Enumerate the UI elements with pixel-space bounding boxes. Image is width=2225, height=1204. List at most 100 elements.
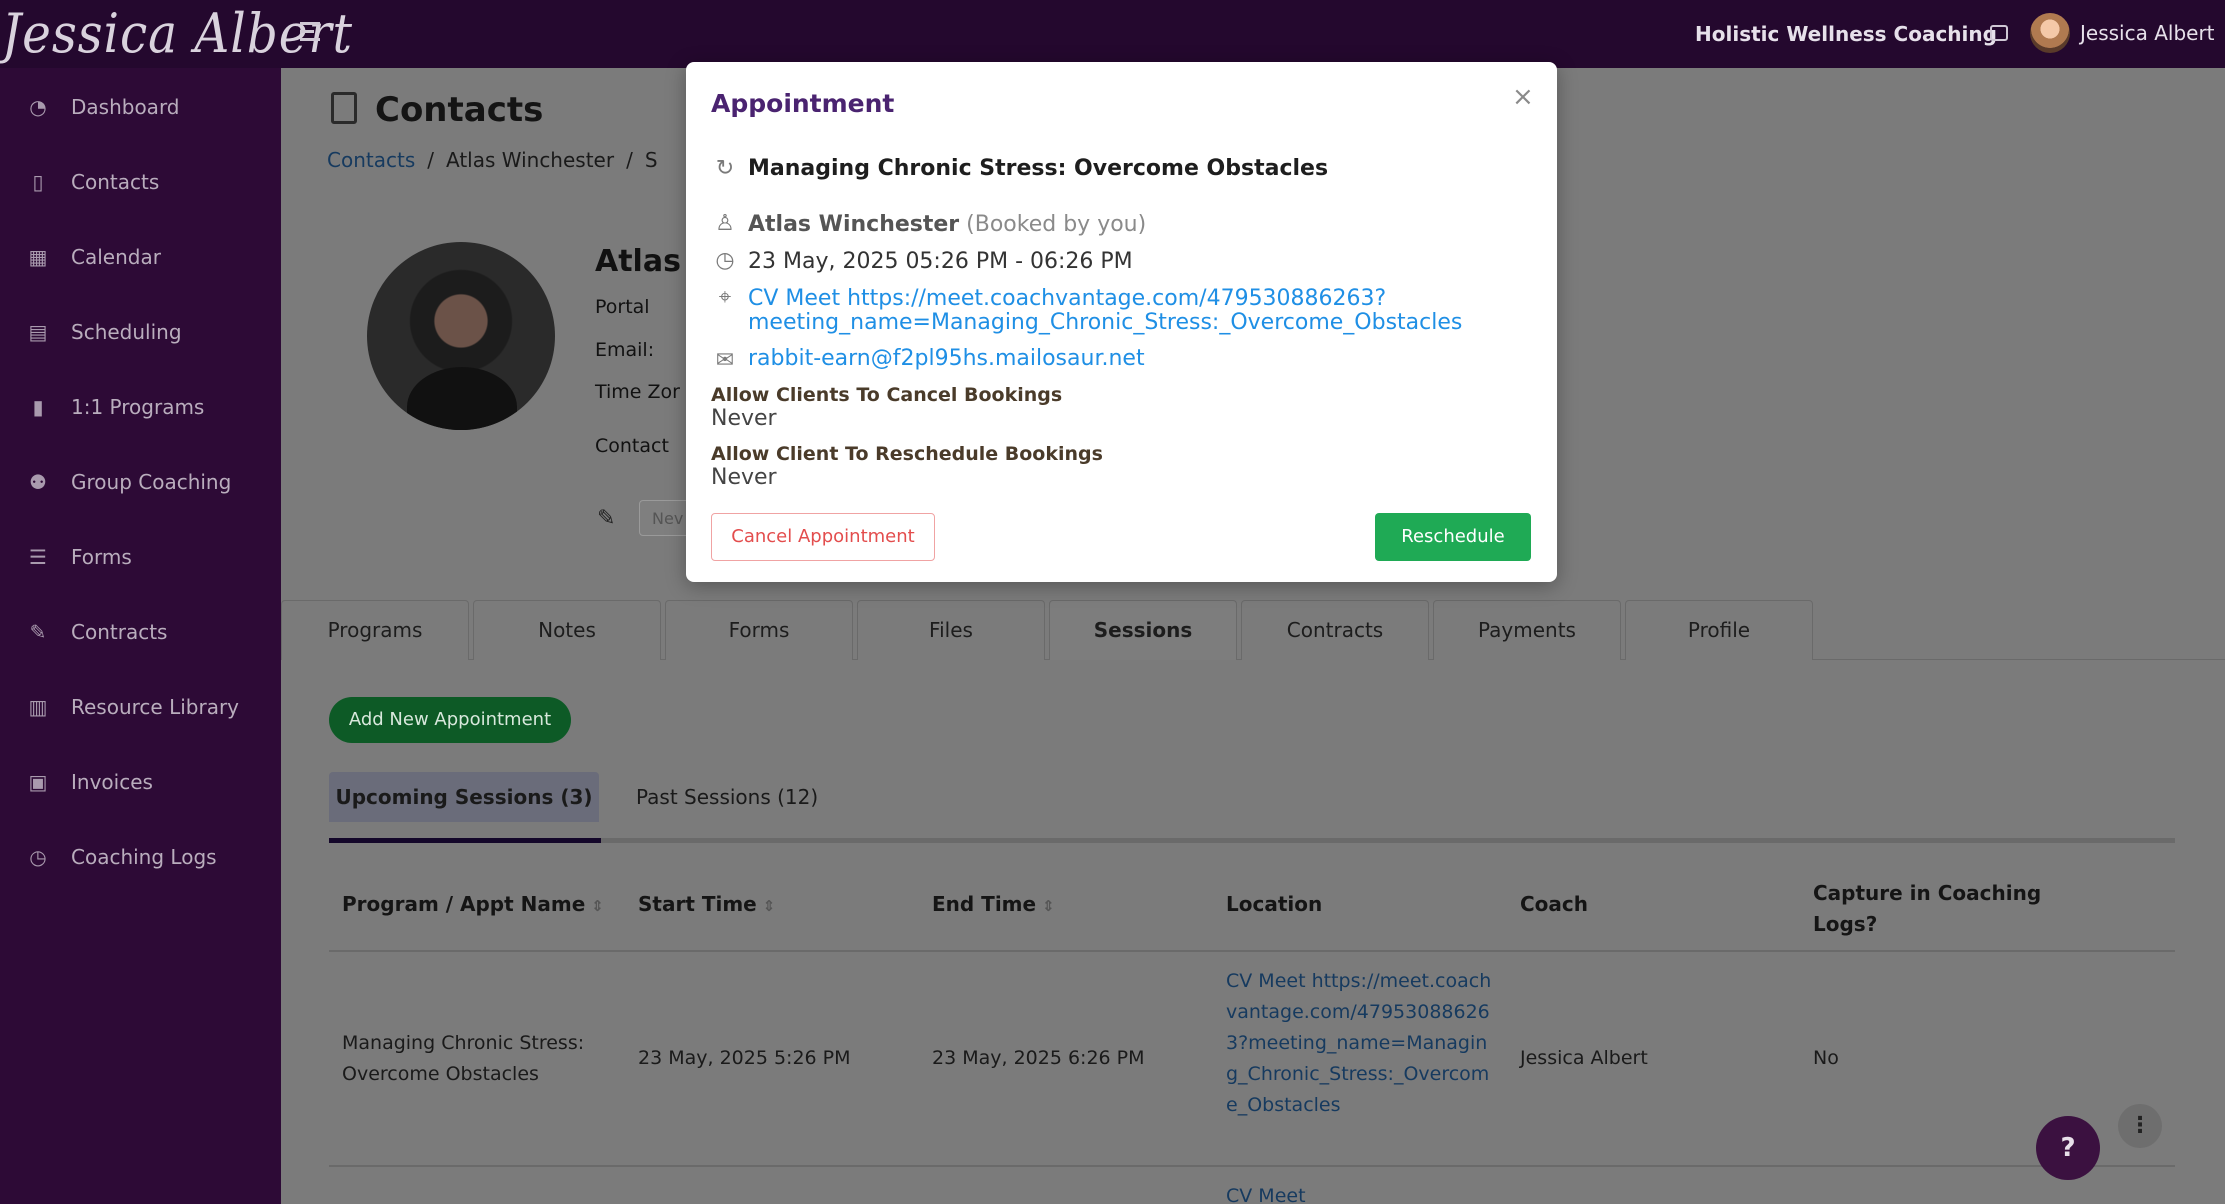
close-icon[interactable]: ×: [1512, 82, 1534, 112]
email-label: Email:: [595, 339, 655, 361]
breadcrumb-contacts[interactable]: Contacts: [327, 148, 415, 172]
page-title: Contacts: [375, 90, 544, 130]
table-cell-end: 23 May, 2025 6:26 PM: [932, 1047, 1145, 1069]
breadcrumb-separator: /: [626, 148, 633, 172]
column-header-label: End Time: [932, 892, 1037, 916]
sidebar-item-label: Dashboard: [71, 95, 180, 119]
appointment-modal: Appointment × ↻ Managing Chronic Stress:…: [686, 62, 1557, 582]
sort-icon[interactable]: ⇕: [763, 897, 776, 915]
briefcase-icon[interactable]: [1990, 25, 2008, 41]
column-header-capture: Capture in Coaching Logs?: [1813, 881, 2042, 936]
subtab-underline: [329, 838, 2175, 843]
tab-contracts[interactable]: Contracts: [1241, 600, 1429, 660]
table-cell-location-link[interactable]: CV Meet: [1226, 1181, 1306, 1204]
sidebar-item-label: Contracts: [71, 620, 168, 644]
sort-icon[interactable]: ⇕: [591, 897, 604, 915]
contact-photo: [367, 242, 555, 430]
clock-icon: ◷: [29, 845, 47, 869]
breadcrumb-contact[interactable]: Atlas Winchester: [446, 148, 614, 172]
cancel-policy-value: Never: [711, 406, 777, 431]
add-appointment-button[interactable]: Add New Appointment: [329, 697, 571, 743]
table-cell-capture: No: [1813, 1047, 1839, 1069]
column-header-end[interactable]: End Time ⇕: [932, 892, 1055, 916]
sidebar: ◔ Dashboard ▯ Contacts ▦ Calendar ▤ Sche…: [0, 68, 281, 1204]
user-avatar[interactable]: [2030, 13, 2070, 53]
checklist-icon: ☰: [29, 545, 47, 569]
sidebar-item-invoices[interactable]: ▣ Invoices: [0, 754, 281, 810]
contract-icon: ✎: [29, 620, 47, 644]
business-name[interactable]: Holistic Wellness Coaching: [1695, 22, 1997, 46]
breadcrumb-current: S: [644, 148, 658, 172]
breadcrumb-separator: /: [427, 148, 434, 172]
sidebar-item-calendar[interactable]: ▦ Calendar: [0, 229, 281, 285]
appointment-datetime: 23 May, 2025 05:26 PM - 06:26 PM: [748, 249, 1133, 274]
sidebar-item-coaching-logs[interactable]: ◷ Coaching Logs: [0, 829, 281, 885]
invoice-icon: ▣: [28, 770, 48, 794]
contact-tabs: Programs Notes Forms Files Sessions Cont…: [281, 600, 2225, 660]
table-cell-name: Managing Chronic Stress: Overcome Obstac…: [342, 1032, 585, 1085]
column-header-label: Program / Appt Name: [342, 892, 586, 916]
tab-profile[interactable]: Profile: [1625, 600, 1813, 660]
column-header-label: Start Time: [638, 892, 757, 916]
reschedule-policy-label: Allow Client To Reschedule Bookings: [711, 443, 1103, 465]
client-info: Atlas Winchester (Booked by you): [748, 212, 1146, 237]
row-menu-icon[interactable]: ⋮: [2118, 1104, 2162, 1148]
client-email-link[interactable]: rabbit-earn@f2pl95hs.mailosaur.net: [748, 347, 1145, 371]
clock-icon: ◷: [715, 248, 735, 273]
group-icon: ⚉: [29, 470, 47, 494]
sidebar-item-programs[interactable]: ▮ 1:1 Programs: [0, 379, 281, 435]
mail-icon: ✉: [715, 348, 735, 373]
table-cell-location-link[interactable]: CV Meet https://meet.coachvantage.com/47…: [1226, 966, 1492, 1121]
menu-toggle-icon[interactable]: [300, 22, 328, 46]
top-bar: Jessica Albert Holistic Wellness Coachin…: [0, 0, 2225, 68]
cancel-appointment-button[interactable]: Cancel Appointment: [711, 513, 935, 561]
sidebar-item-contracts[interactable]: ✎ Contracts: [0, 604, 281, 660]
portal-label: Portal: [595, 296, 650, 318]
tab-programs[interactable]: Programs: [281, 600, 469, 660]
dashboard-icon: ◔: [29, 95, 47, 119]
tab-files[interactable]: Files: [857, 600, 1045, 660]
recurring-icon: ↻: [715, 156, 735, 181]
contact-type-label: Contact: [595, 435, 669, 457]
calendar-icon: ▦: [28, 245, 48, 269]
sidebar-item-scheduling[interactable]: ▤ Scheduling: [0, 304, 281, 360]
cancel-policy-label: Allow Clients To Cancel Bookings: [711, 384, 1063, 406]
table-divider: [329, 1165, 2175, 1167]
tab-payments[interactable]: Payments: [1433, 600, 1621, 660]
sidebar-item-resource-library[interactable]: ▥ Resource Library: [0, 679, 281, 735]
user-icon: ♙: [715, 211, 735, 236]
subtab-active-indicator: [329, 838, 601, 843]
table-cell-start: 23 May, 2025 5:26 PM: [638, 1047, 851, 1069]
session-title: Managing Chronic Stress: Overcome Obstac…: [748, 156, 1329, 181]
tab-forms[interactable]: Forms: [665, 600, 853, 660]
tab-upcoming-sessions[interactable]: Upcoming Sessions (3): [329, 772, 599, 822]
edit-icon[interactable]: ✎: [597, 506, 615, 531]
sidebar-item-label: 1:1 Programs: [71, 395, 205, 419]
meeting-link-line2[interactable]: meeting_name=Managing_Chronic_Stress:_Ov…: [748, 311, 1462, 335]
tab-notes[interactable]: Notes: [473, 600, 661, 660]
sidebar-item-label: Group Coaching: [71, 470, 232, 494]
table-divider: [329, 950, 2175, 952]
tab-sessions[interactable]: Sessions: [1049, 600, 1237, 660]
column-header-start[interactable]: Start Time ⇕: [638, 892, 775, 916]
sidebar-item-label: Calendar: [71, 245, 161, 269]
sidebar-item-forms[interactable]: ☰ Forms: [0, 529, 281, 585]
table-cell-coach: Jessica Albert: [1520, 1047, 1648, 1069]
sort-icon[interactable]: ⇕: [1042, 897, 1055, 915]
client-name: Atlas Winchester: [748, 212, 960, 237]
help-button[interactable]: ?: [2036, 1116, 2100, 1180]
sidebar-item-label: Forms: [71, 545, 132, 569]
sidebar-item-dashboard[interactable]: ◔ Dashboard: [0, 79, 281, 135]
reschedule-button[interactable]: Reschedule: [1375, 513, 1531, 561]
tab-past-sessions[interactable]: Past Sessions (12): [636, 772, 818, 822]
meeting-link-line1[interactable]: CV Meet https://meet.coachvantage.com/47…: [748, 287, 1386, 311]
timezone-label: Time Zor: [595, 381, 680, 403]
column-header-name[interactable]: Program / Appt Name ⇕: [342, 892, 604, 916]
sidebar-item-group-coaching[interactable]: ⚉ Group Coaching: [0, 454, 281, 510]
sidebar-item-contacts[interactable]: ▯ Contacts: [0, 154, 281, 210]
sidebar-item-label: Contacts: [71, 170, 160, 194]
location-pin-icon: ⌖: [718, 285, 732, 310]
library-icon: ▥: [28, 695, 48, 719]
user-name[interactable]: Jessica Albert: [2080, 21, 2215, 45]
sidebar-item-label: Invoices: [71, 770, 153, 794]
